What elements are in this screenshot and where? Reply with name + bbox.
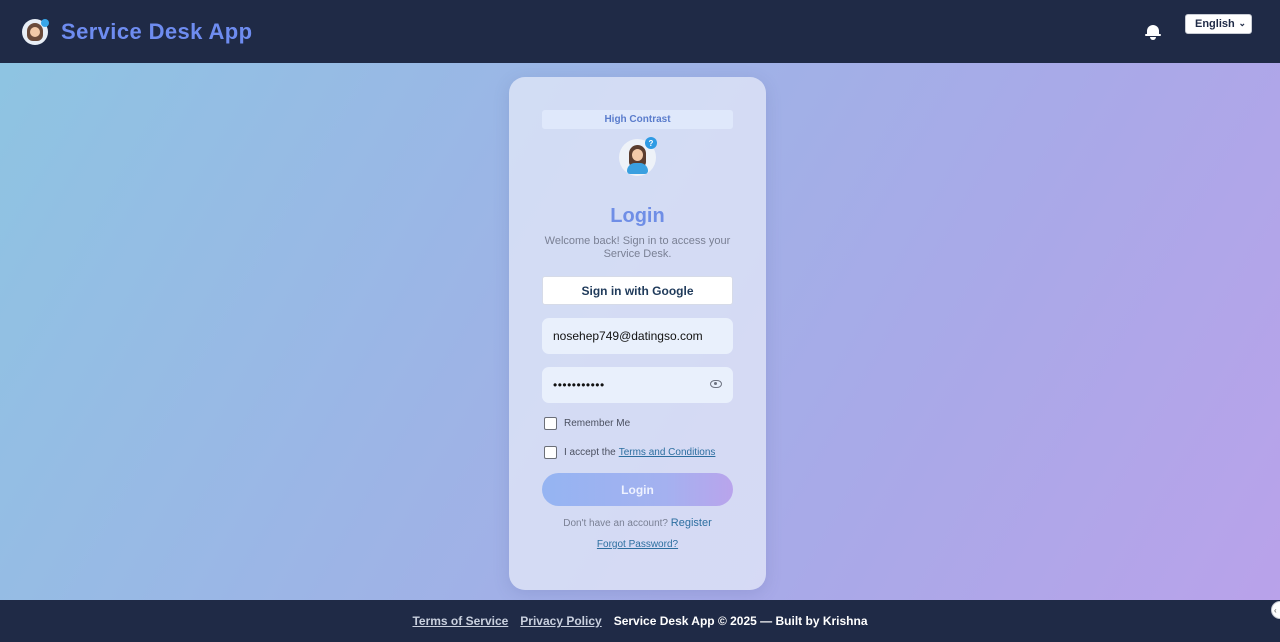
app-logo-icon <box>22 18 49 45</box>
terms-row: I accept the Terms and Conditions <box>544 446 715 459</box>
password-field[interactable]: ••••••••••• <box>542 367 733 403</box>
email-value: nosehep749@datingso.com <box>553 329 703 343</box>
forgot-password-link[interactable]: Forgot Password? <box>509 539 766 550</box>
remember-me-checkbox[interactable] <box>544 417 557 430</box>
app-header: Service Desk App English ⌄ <box>0 0 1280 63</box>
accept-terms-checkbox[interactable] <box>544 446 557 459</box>
app-footer: Terms of Service Privacy Policy Service … <box>0 600 1280 642</box>
register-row: Don't have an account? Register <box>509 517 766 529</box>
login-card: High Contrast ? Login Welcome back! Sign… <box>509 77 766 590</box>
footer-copyright: Service Desk App © 2025 — Built by Krish… <box>613 614 868 628</box>
language-select[interactable]: English ⌄ <box>1185 14 1252 34</box>
support-agent-avatar-icon: ? <box>619 137 657 176</box>
question-badge-icon: ? <box>645 137 657 149</box>
register-link[interactable]: Register <box>671 517 712 529</box>
terms-prefix: I accept the <box>564 447 616 458</box>
app-title: Service Desk App <box>61 18 253 44</box>
terms-and-conditions-link[interactable]: Terms and Conditions <box>619 447 716 458</box>
login-button[interactable]: Login <box>542 473 733 506</box>
chevron-down-icon: ⌄ <box>1238 18 1246 28</box>
show-password-eye-icon[interactable] <box>710 380 722 388</box>
remember-me-label: Remember Me <box>564 418 631 429</box>
privacy-policy-link[interactable]: Privacy Policy <box>520 614 601 628</box>
password-value: ••••••••••• <box>553 378 605 392</box>
terms-of-service-link[interactable]: Terms of Service <box>412 614 508 628</box>
google-signin-button[interactable]: Sign in with Google <box>542 276 733 305</box>
language-value: English <box>1195 18 1235 30</box>
no-account-text: Don't have an account? <box>563 518 668 529</box>
remember-me-row: Remember Me <box>544 417 630 430</box>
high-contrast-button[interactable]: High Contrast <box>542 110 733 129</box>
email-field[interactable]: nosehep749@datingso.com <box>542 318 733 354</box>
login-subtitle: Welcome back! Sign in to access your Ser… <box>544 235 731 260</box>
login-heading: Login <box>610 205 665 227</box>
notification-bell-icon[interactable] <box>1137 10 1169 50</box>
